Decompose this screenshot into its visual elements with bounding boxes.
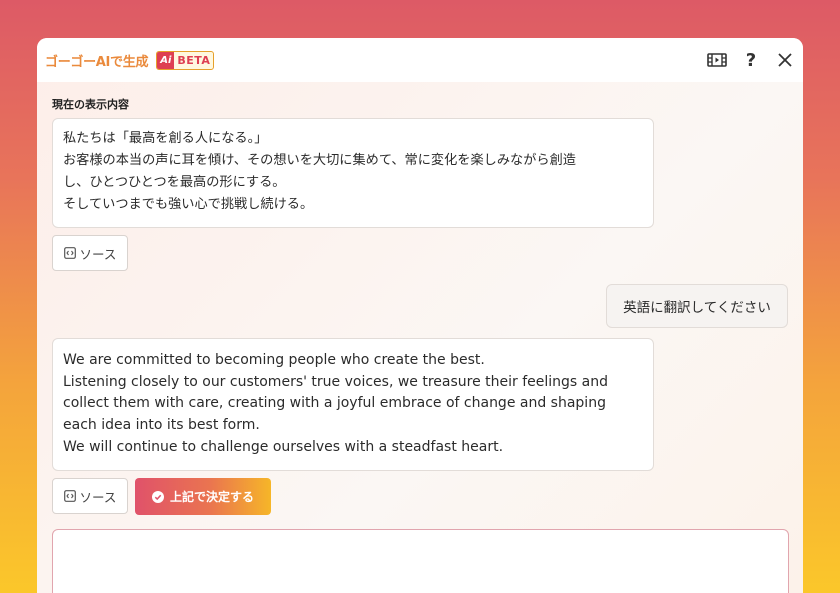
ai-generate-dialog: ゴーゴーAIで生成 Ai BETA ? 現在の表示内容 私たちは「最高を創る人に… [37, 38, 803, 593]
current-content-label: 現在の表示内容 [52, 98, 129, 111]
current-line: そしていつまでも強い心で挑戦し続ける。 [63, 197, 314, 212]
source-button[interactable]: ソース [52, 235, 128, 271]
video-icon[interactable] [707, 50, 727, 70]
response-line: We will continue to challenge ourselves … [63, 438, 504, 455]
current-content-bubble: 私たちは「最高を創る人になる。」 お客様の本当の声に耳を傾け、その想いを大切に集… [52, 118, 654, 228]
check-circle-icon [151, 490, 164, 503]
source-button[interactable]: ソース [52, 478, 128, 514]
dialog-header: ゴーゴーAIで生成 Ai BETA ? [37, 38, 803, 82]
user-message-bubble: 英語に翻訳してください [606, 284, 788, 328]
ai-response-bubble: We are committed to becoming people who … [52, 338, 654, 471]
ai-logo: Ai [157, 51, 175, 69]
header-actions: ? [707, 38, 795, 82]
code-icon [63, 490, 76, 502]
beta-badge: Ai BETA [156, 50, 215, 70]
response-line: each idea into its best form. [63, 417, 260, 434]
dialog-title: ゴーゴーAIで生成 [45, 54, 149, 70]
prompt-input[interactable] [52, 529, 789, 593]
user-message-text: 英語に翻訳してください [623, 300, 771, 316]
current-line: 私たちは「最高を創る人になる。」 [63, 131, 268, 146]
current-line: お客様の本当の声に耳を傾け、その想いを大切に集めて、常に変化を楽しみながら創造 [63, 153, 576, 168]
code-icon [63, 247, 76, 259]
decide-button-label: 上記で決定する [169, 490, 254, 504]
response-line: We are committed to becoming people who … [63, 352, 485, 368]
close-icon[interactable] [775, 50, 795, 70]
response-line: collect them with care, creating with a … [63, 395, 606, 412]
source-button-label: ソース [79, 489, 117, 505]
current-line: し、ひとつひとつを最高の形にする。 [63, 175, 286, 190]
source-button-label: ソース [79, 246, 117, 262]
beta-label: BETA [177, 53, 211, 67]
response-line: Listening closely to our customers' true… [63, 373, 609, 390]
help-icon[interactable]: ? [741, 50, 761, 71]
decide-button[interactable]: 上記で決定する [135, 478, 271, 515]
